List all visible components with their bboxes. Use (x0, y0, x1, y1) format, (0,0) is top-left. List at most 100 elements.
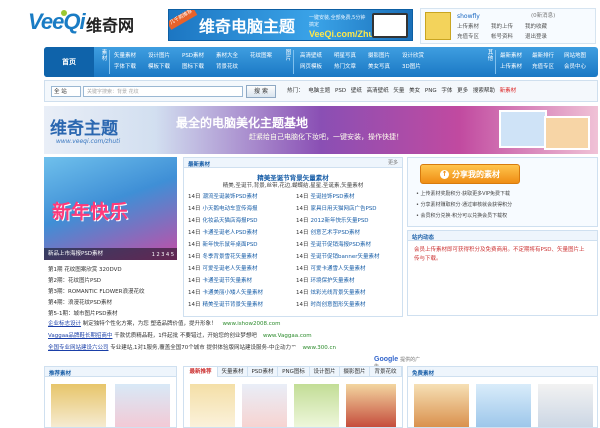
share-button[interactable]: ↑ 分享我的素材 (420, 164, 520, 184)
nav-link[interactable]: 设计欣赏 (402, 53, 424, 60)
list-item[interactable]: 14日 新年快乐鼠年桌面PSD (188, 242, 258, 249)
nav-link[interactable]: 网页模板 (300, 64, 322, 71)
search-help-link[interactable]: 搜索帮助 (473, 88, 495, 94)
item-title[interactable]: 可爱圣诞老人矢量素材 (203, 266, 258, 272)
tab-photo[interactable]: 摄影图片 (340, 367, 370, 377)
ad-title[interactable]: Vaggaa品牌鞋长期招商中 (48, 333, 112, 339)
nav-link[interactable]: 字体下载 (114, 64, 136, 71)
tab-pattern[interactable]: 背景花纹 (370, 367, 402, 377)
item-title[interactable]: 卡通圣诞老人PSD素材 (203, 230, 258, 236)
nav-link[interactable]: 花纹图案 (250, 53, 272, 60)
nav-link[interactable]: PSD素材 (182, 53, 204, 60)
nav-link[interactable]: 矢量素材 (114, 53, 136, 60)
list-item[interactable]: 14日 潮流圣诞装饰PSD素材 (188, 194, 258, 201)
news-text[interactable]: 会员上传素材即可获得积分及免费商用。不定期将有PSD、矢量图片上传与下载。 (414, 246, 589, 264)
search-button[interactable]: 搜 索 (246, 85, 276, 98)
featured-slider[interactable]: 新年快乐 新品上市海报PSD素材 1 2 3 4 5 (44, 157, 177, 260)
list-item[interactable]: 14日 创意艺术字PSD素材 (296, 230, 360, 237)
thumbnail[interactable] (538, 384, 593, 427)
nav-link[interactable]: 摄影图片 (368, 53, 390, 60)
list-item[interactable]: 14日 2012新年快乐矢量PSD (296, 218, 369, 225)
hot-keyword[interactable]: 矢量 (393, 88, 404, 94)
search-input[interactable]: 关键字搜索：背景 花纹 (83, 86, 243, 97)
ad-url[interactable]: www.ishow2008.com (223, 321, 281, 327)
mailbox-status[interactable]: (0新消息) (531, 13, 555, 20)
slider-pager[interactable]: 1 2 3 4 5 (152, 252, 174, 258)
list-item[interactable]: 第4期：浪漫花纹PSD素材 (48, 300, 112, 307)
user-link[interactable]: 充值专区 (457, 34, 479, 41)
nav-link[interactable]: 美女写真 (368, 64, 390, 71)
nav-link[interactable]: 热门文章 (334, 64, 356, 71)
thumbnail[interactable] (294, 384, 339, 427)
thumbnail[interactable] (346, 384, 396, 427)
nav-link[interactable]: 背景花纹 (216, 64, 238, 71)
headline-link[interactable]: 精美圣诞节背景矢量素材 (184, 172, 402, 182)
tab-png[interactable]: PNG图标 (278, 367, 310, 377)
hot-keyword[interactable]: 美女 (409, 88, 420, 94)
list-item[interactable]: 14日 环境保护矢量素材 (296, 278, 355, 285)
nav-link[interactable]: 图标下载 (182, 64, 204, 71)
list-item[interactable]: 第2期：花纹图片PSD (48, 278, 101, 285)
nav-link[interactable]: 最新素材 (500, 53, 522, 60)
list-item[interactable]: 14日 卡通圣诞老人PSD素材 (188, 230, 258, 237)
item-title[interactable]: 圣诞节促销banner矢量素材 (311, 254, 380, 260)
item-title[interactable]: 炫彩光线背景矢量素材 (311, 290, 366, 296)
item-title[interactable]: 圣诞节促销海报PSD素材 (311, 242, 372, 248)
list-item[interactable]: 第5-1期：城市图片PSD素材 (48, 311, 118, 318)
item-title[interactable]: 冬季背景雪花矢量素材 (203, 254, 258, 260)
hot-keyword[interactable]: PSD (335, 88, 346, 94)
item-title[interactable]: 卡通美丽小矮人矢量素材 (203, 290, 264, 296)
nav-link[interactable]: 明星写真 (334, 53, 356, 60)
thumbnail[interactable] (51, 384, 106, 427)
hot-keyword[interactable]: 电脑主题 (308, 88, 330, 94)
user-link[interactable]: 我的上传 (491, 24, 513, 31)
list-item[interactable]: 14日 圣诞节促销海报PSD素材 (296, 242, 371, 249)
item-title[interactable]: 2012新年快乐矢量PSD (311, 218, 369, 224)
item-title[interactable]: 时尚创意图形矢量素材 (311, 302, 366, 308)
hot-keyword[interactable]: 高清壁纸 (367, 88, 389, 94)
nav-link[interactable]: 设计图片 (148, 53, 170, 60)
thumbnail[interactable] (115, 384, 170, 427)
ad-title[interactable]: 企业标志设计 (48, 321, 81, 327)
hot-keyword[interactable]: 更多 (457, 88, 468, 94)
ad-title[interactable]: 全国专业网站建设六公司 (48, 345, 109, 351)
promo-banner[interactable]: 维奇主题 www.veeqi.com/zhuti 最全的电脑美化主题基地 赶紧给… (44, 106, 598, 154)
tab-psd[interactable]: PSD素材 (248, 367, 278, 377)
hot-keyword[interactable]: 字体 (441, 88, 452, 94)
item-title[interactable]: 家具日用天猫网店广告PSD (311, 206, 377, 212)
ad-item[interactable]: 企业标志设计 制定独特个性化方案，为您 塑造品牌价值，提升形象！ www.isho… (48, 321, 281, 328)
list-item[interactable]: 14日 可爱圣诞老人矢量素材 (188, 266, 258, 273)
list-item[interactable]: 14日 可爱卡通雪人矢量素材 (296, 266, 366, 273)
user-link[interactable]: 退出登录 (525, 34, 547, 41)
list-item[interactable]: 14日 卡通圣诞节矢量素材 (188, 278, 252, 285)
user-link[interactable]: 帐号资料 (491, 34, 513, 41)
list-item[interactable]: 第3期：ROMANTIC FLOWER浪漫花纹 (48, 289, 144, 296)
nav-home[interactable]: 首页 (44, 47, 94, 77)
list-item[interactable]: 14日 卡通美丽小矮人矢量素材 (188, 290, 263, 297)
ad-url[interactable]: www.Vaggaa.com (263, 333, 312, 339)
nav-link[interactable]: 3D图片 (402, 64, 421, 71)
more-link[interactable]: 更多 (388, 160, 398, 166)
item-title[interactable]: 卡通圣诞节矢量素材 (203, 278, 253, 284)
thumbnail[interactable] (476, 384, 531, 427)
ad-item[interactable]: 全国专业网站建设六公司 专业建站,1对1服务,覆盖全国70个城市 提供体验版网站… (48, 345, 336, 352)
item-title[interactable]: 新年快乐鼠年桌面PSD (203, 242, 258, 248)
nav-link[interactable]: 模板下载 (148, 64, 170, 71)
list-item[interactable]: 14日 时尚创意图形矢量素材 (296, 302, 366, 309)
search-scope-select[interactable]: 全 站 (51, 86, 81, 97)
list-item[interactable]: 14日 圣诞挂饰PSD素材 (296, 194, 355, 201)
nav-link[interactable]: 网站地图 (564, 53, 586, 60)
item-title[interactable]: 化妆品天猫店海报PSD (203, 218, 258, 224)
list-item[interactable]: 14日 化妆品天猫店海报PSD (188, 218, 258, 225)
nav-link[interactable]: 素材大全 (216, 53, 238, 60)
tab-latest[interactable]: 最新推荐 (184, 367, 218, 377)
nav-link[interactable]: 会员中心 (564, 64, 586, 71)
ad-item[interactable]: Vaggaa品牌鞋长期招商中 千款优质精品鞋，1件起批 不要错过，开始您的创业梦… (48, 333, 312, 340)
nav-link[interactable]: 高清壁纸 (300, 53, 322, 60)
list-item[interactable]: 14日 圣诞节促销banner矢量素材 (296, 254, 379, 261)
list-item[interactable]: 14日 炫彩光线背景矢量素材 (296, 290, 366, 297)
ad-url[interactable]: www.300.cn (303, 345, 337, 351)
list-item[interactable]: 第1期 花纹图案欣赏 320DVD (48, 267, 122, 274)
thumbnail[interactable] (242, 384, 287, 427)
nav-link[interactable]: 充值专区 (532, 64, 554, 71)
